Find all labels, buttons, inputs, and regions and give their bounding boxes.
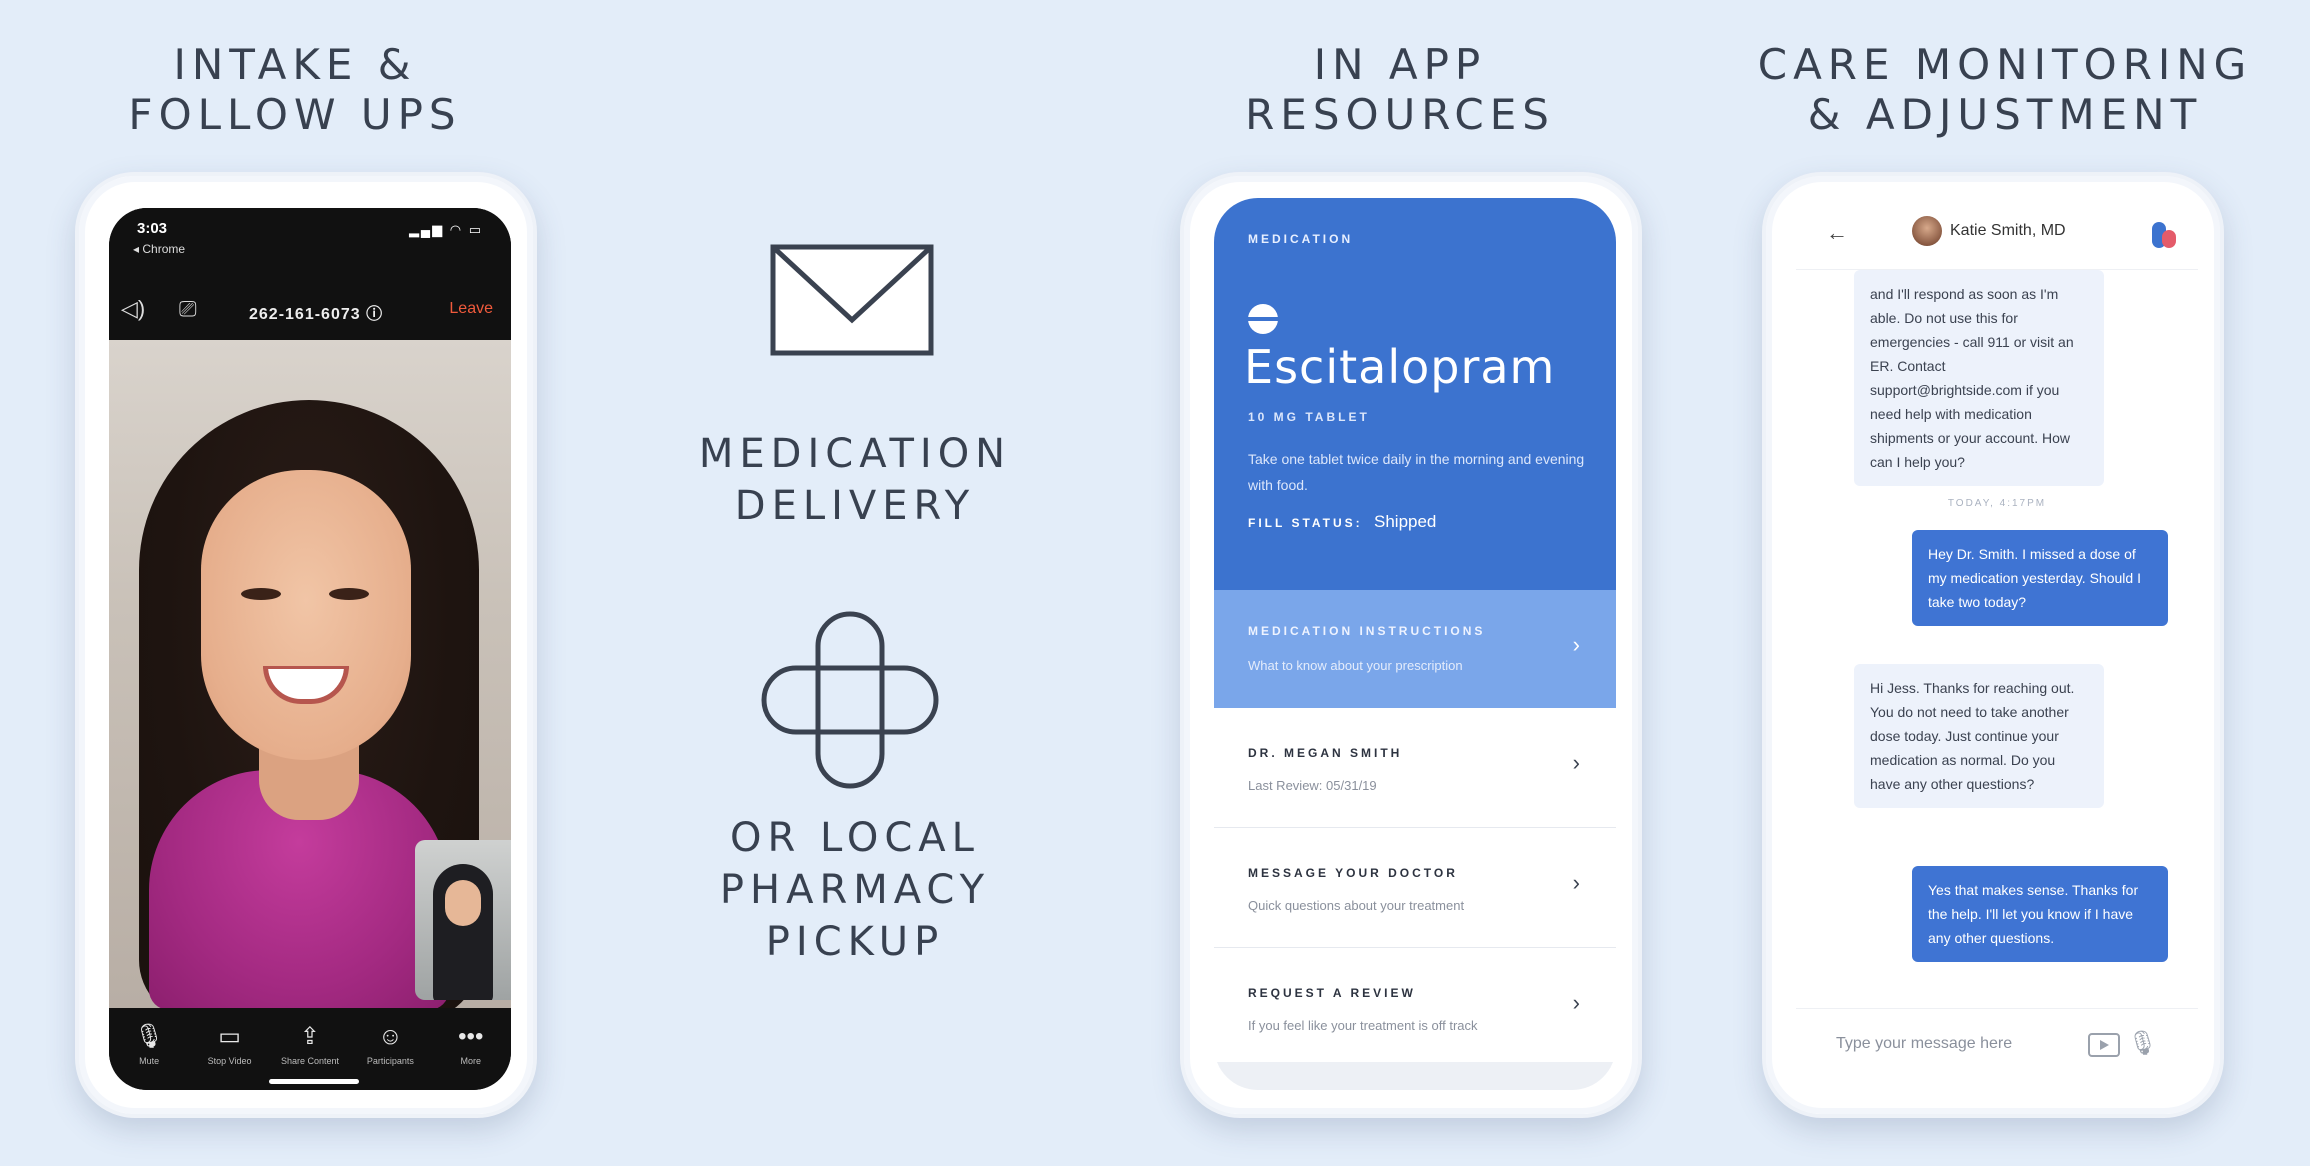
medication-dose: 10 MG TABLET: [1248, 410, 1370, 424]
microphone-icon[interactable]: 🎙: [2128, 1029, 2158, 1058]
back-to-chrome-link[interactable]: ◂ Chrome: [133, 242, 185, 256]
heading-delivery: MEDICATION DELIVERY: [690, 428, 1020, 532]
back-arrow-icon[interactable]: ←: [1826, 220, 1848, 246]
signal-icon: ▂▄▆ ◠ ▭: [408, 222, 483, 237]
speaker-icon[interactable]: ◁): [121, 296, 145, 322]
video-camera-icon: ▭: [218, 1023, 241, 1050]
heading-pickup-line1: OR LOCAL: [730, 815, 980, 861]
heading-resources-line1: IN APP: [1313, 40, 1487, 89]
stop-video-label: Stop Video: [207, 1056, 252, 1066]
participant-eye-left: [241, 588, 281, 600]
share-icon: ⇪: [299, 1023, 321, 1050]
status-bar: 3:03 ◂ Chrome ▂▄▆ ◠ ▭: [109, 208, 511, 280]
medication-instructions-title: MEDICATION INSTRUCTIONS: [1248, 624, 1486, 638]
self-view-video[interactable]: [415, 840, 511, 1000]
chevron-right-icon: ›: [1572, 870, 1580, 895]
message-composer: Type your message here 🎙: [1796, 1008, 2198, 1090]
self-view-face: [445, 880, 481, 926]
heading-pickup-line2: PHARMACY: [719, 867, 991, 913]
medication-phone: MEDICATION Escitalopram 10 MG TABLET Tak…: [1180, 172, 1642, 1118]
heading-care-line2: & ADJUSTMENT: [1807, 90, 2203, 139]
camera-switch-icon[interactable]: ⎚: [179, 296, 197, 322]
medication-screen: MEDICATION Escitalopram 10 MG TABLET Tak…: [1214, 198, 1616, 1090]
participants-label: Participants: [366, 1056, 414, 1066]
participant-eye-right: [329, 588, 369, 600]
heading-resources: IN APP RESOURCES: [1200, 40, 1600, 140]
participant-face: [201, 470, 411, 760]
doctor-avatar: [1912, 216, 1942, 246]
share-content-label: Share Content: [280, 1056, 339, 1066]
doctor-row[interactable]: DR. MEGAN SMITH Last Review: 05/31/19 ›: [1214, 708, 1616, 828]
heading-care-line1: CARE MONITORING: [1757, 40, 2253, 89]
message-doctor-title: MESSAGE YOUR DOCTOR: [1248, 866, 1458, 880]
chat-screen: ← Katie Smith, MD and I'll respond as so…: [1796, 198, 2198, 1090]
medication-instructions-subtitle: What to know about your prescription: [1248, 658, 1463, 673]
stop-video-button[interactable]: ▭ Stop Video: [195, 1022, 265, 1066]
request-review-title: REQUEST A REVIEW: [1248, 986, 1416, 1000]
chat-timestamp: TODAY, 4:17PM: [1947, 498, 2047, 509]
participants-button[interactable]: ☺ Participants: [355, 1022, 425, 1066]
video-call-screen: 3:03 ◂ Chrome ▂▄▆ ◠ ▭ ◁) ⎚ 262-161-6073 …: [109, 208, 511, 1090]
message-doctor-row[interactable]: MESSAGE YOUR DOCTOR Quick questions abou…: [1214, 828, 1616, 948]
heading-pickup: OR LOCAL PHARMACY PICKUP: [690, 812, 1020, 968]
brand-logo-icon: [2150, 216, 2178, 250]
leave-button[interactable]: Leave: [449, 300, 493, 318]
call-toolbar: ◁) ⎚ 262-161-6073 ⓘ Leave: [109, 280, 511, 340]
status-time: 3:03: [137, 220, 168, 237]
heading-intake: INTAKE & FOLLOW UPS: [110, 40, 480, 140]
meeting-id[interactable]: 262-161-6073 ⓘ: [249, 300, 383, 324]
heading-intake-line2: FOLLOW UPS: [128, 90, 462, 139]
heading-pickup-line3: PICKUP: [765, 919, 945, 965]
message-bubble-patient: Yes that makes sense. Thanks for the hel…: [1912, 866, 2168, 962]
doctor-row-subtitle: Last Review: 05/31/19: [1248, 778, 1377, 793]
heading-care: CARE MONITORING & ADJUSTMENT: [1740, 40, 2270, 140]
medication-card: MEDICATION Escitalopram 10 MG TABLET Tak…: [1214, 198, 1616, 590]
more-label: More: [460, 1056, 481, 1066]
heading-resources-line2: RESOURCES: [1245, 90, 1555, 139]
share-content-button[interactable]: ⇪ Share Content: [275, 1022, 345, 1066]
request-review-row[interactable]: REQUEST A REVIEW If you feel like your t…: [1214, 948, 1616, 1068]
chat-phone: ← Katie Smith, MD and I'll respond as so…: [1762, 172, 2224, 1118]
medication-name: Escitalopram: [1244, 340, 1556, 394]
message-bubble-doctor: and I'll respond as soon as I'm able. Do…: [1854, 270, 2104, 486]
chat-header: ← Katie Smith, MD: [1796, 198, 2198, 270]
doctor-row-title: DR. MEGAN SMITH: [1248, 746, 1403, 760]
message-input[interactable]: Type your message here: [1836, 1035, 2012, 1053]
participants-icon: ☺: [378, 1023, 403, 1050]
fill-status-value: Shipped: [1374, 512, 1437, 531]
pharmacy-cross-icon: [761, 611, 939, 789]
request-review-subtitle: If you feel like your treatment is off t…: [1248, 1018, 1478, 1033]
more-icon: •••: [458, 1023, 484, 1050]
screen-footer: [1214, 1062, 1616, 1090]
chevron-right-icon: ›: [1572, 750, 1580, 775]
medication-category: MEDICATION: [1248, 232, 1354, 246]
doctor-name: Katie Smith, MD: [1950, 222, 2066, 239]
chevron-right-icon: ›: [1572, 632, 1580, 657]
fill-status-label: FILL STATUS:: [1248, 516, 1363, 530]
message-bubble-doctor: Hi Jess. Thanks for reaching out. You do…: [1854, 664, 2104, 808]
participant-smile: [263, 666, 349, 704]
message-doctor-subtitle: Quick questions about your treatment: [1248, 898, 1465, 913]
heading-intake-line1: INTAKE &: [173, 40, 417, 89]
medication-instructions-row[interactable]: MEDICATION INSTRUCTIONS What to know abo…: [1214, 590, 1616, 708]
heading-delivery-line2: DELIVERY: [734, 483, 976, 529]
home-indicator[interactable]: [269, 1079, 359, 1084]
pill-icon: [1248, 304, 1278, 334]
message-bubble-patient: Hey Dr. Smith. I missed a dose of my med…: [1912, 530, 2168, 626]
chevron-right-icon: ›: [1572, 990, 1580, 1015]
call-controls: 🎙 Mute ▭ Stop Video ⇪ Share Content ☺ Pa…: [109, 1008, 511, 1090]
microphone-icon: 🎙: [133, 1023, 165, 1050]
envelope-icon: [770, 244, 934, 356]
mute-label: Mute: [139, 1056, 160, 1066]
medication-description: Take one tablet twice daily in the morni…: [1248, 451, 1585, 493]
heading-delivery-line1: MEDICATION: [698, 431, 1012, 477]
mute-button[interactable]: 🎙 Mute: [114, 1022, 184, 1066]
video-attach-icon[interactable]: [2088, 1033, 2120, 1057]
more-button[interactable]: ••• More: [436, 1022, 506, 1066]
video-call-phone: 3:03 ◂ Chrome ▂▄▆ ◠ ▭ ◁) ⎚ 262-161-6073 …: [75, 172, 537, 1118]
